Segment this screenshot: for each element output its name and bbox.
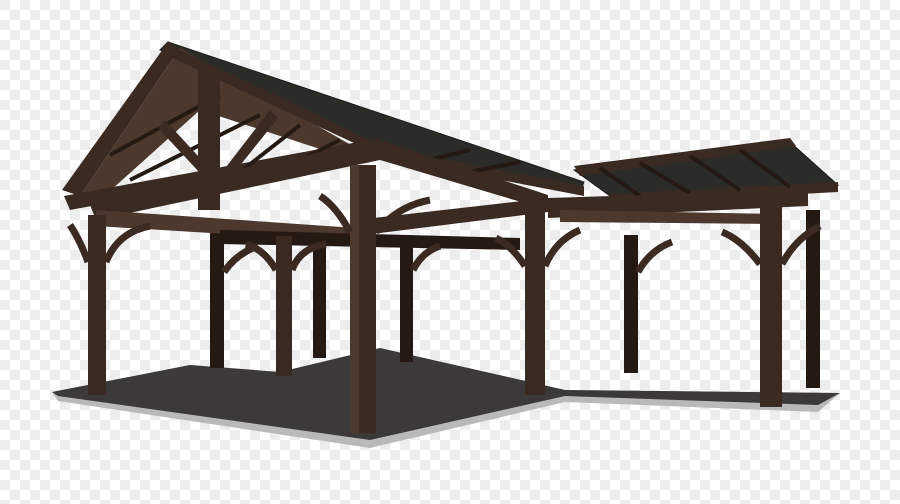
pavilion-scene xyxy=(0,0,900,504)
